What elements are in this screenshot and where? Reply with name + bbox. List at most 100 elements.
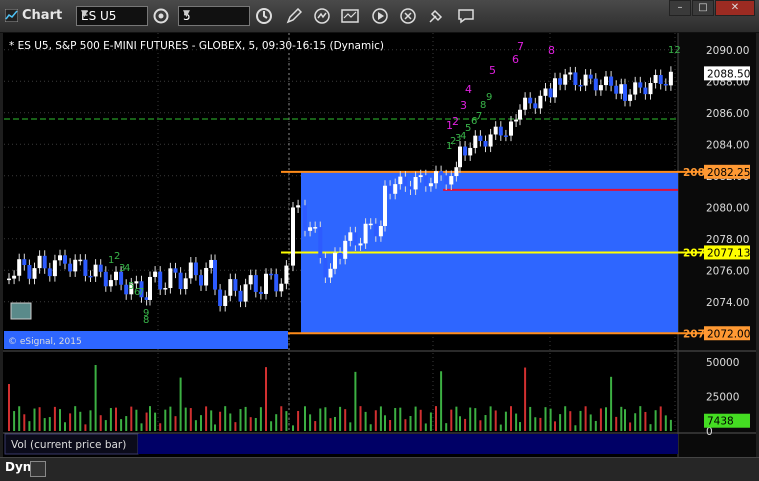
- dynamic-mode-label[interactable]: Dyn: [5, 460, 31, 474]
- candle-body: [533, 103, 538, 109]
- chart-app-icon: [5, 9, 18, 22]
- candle-body: [478, 135, 483, 141]
- candle-body: [619, 84, 624, 94]
- candle-body: [418, 175, 423, 178]
- volume-tick-label: 25000: [706, 391, 739, 403]
- refresh-icon[interactable]: [312, 6, 332, 26]
- candle-body: [353, 232, 358, 246]
- candle-body: [638, 82, 643, 88]
- price-tick-label: 2078.00: [706, 234, 749, 246]
- symbol-input[interactable]: ES U5 ▼: [76, 6, 148, 26]
- candle-body: [318, 227, 323, 258]
- candle-body: [188, 262, 193, 279]
- studies-icon[interactable]: [340, 6, 360, 26]
- clock-icon[interactable]: [254, 6, 274, 26]
- candle-body: [73, 259, 78, 272]
- candle-body: [12, 275, 17, 279]
- maximize-button[interactable]: □: [692, 0, 714, 16]
- count-label-magenta: 8: [548, 44, 555, 57]
- candle-body: [454, 167, 459, 177]
- candle-body: [52, 260, 57, 277]
- price-flag-label: 2072.00: [707, 328, 750, 340]
- candle-body: [498, 126, 503, 136]
- level-side-label: 207: [683, 328, 705, 340]
- volume-tick-label: 0: [706, 426, 713, 438]
- price-tick-label: 2084.00: [706, 139, 749, 151]
- link-icon[interactable]: [426, 6, 446, 26]
- candle-body: [518, 109, 522, 120]
- candle-body: [291, 207, 295, 266]
- candle-body: [63, 255, 67, 264]
- candle-body: [528, 97, 533, 104]
- candle-body: [449, 176, 454, 185]
- candle-body: [333, 252, 337, 269]
- candle-body: [323, 257, 328, 278]
- scale-lock-icon[interactable]: [30, 461, 46, 477]
- candle-body: [373, 223, 378, 237]
- price-chart[interactable]: 1 23456789123456789121 234567 8* ES U5, S&P…: [3, 33, 756, 457]
- candle-body: [623, 84, 627, 101]
- count-label-green: 2: [114, 251, 120, 262]
- candle-body: [583, 74, 588, 86]
- candle-body: [358, 243, 363, 246]
- count-label-magenta: 4: [465, 83, 472, 96]
- minimize-button[interactable]: –: [669, 0, 691, 16]
- candle-body: [173, 268, 178, 273]
- pencil-icon[interactable]: [284, 6, 304, 26]
- candle-body: [538, 95, 543, 109]
- candle-body: [543, 88, 548, 96]
- level-side-label: 208: [683, 167, 705, 179]
- count-label-green: 12: [668, 45, 681, 56]
- candle-body: [523, 97, 528, 110]
- candle-body: [434, 171, 438, 184]
- candle-body: [269, 273, 274, 276]
- status-footer: Dyn: [0, 457, 759, 481]
- candle-body: [553, 78, 557, 98]
- count-label-magenta: 7: [517, 40, 524, 53]
- candle-body: [158, 271, 163, 290]
- price-tick-label: 2074.00: [706, 297, 749, 309]
- candle-body: [633, 82, 638, 95]
- candle-body: [274, 274, 279, 292]
- candle-body: [134, 281, 139, 284]
- candle-body: [42, 255, 47, 269]
- candle-body: [428, 183, 433, 187]
- settings-icon[interactable]: [398, 6, 418, 26]
- candle-body: [423, 175, 428, 187]
- comment-icon[interactable]: [456, 6, 476, 26]
- candle-body: [68, 263, 73, 272]
- candle-body: [348, 232, 353, 241]
- candle-body: [303, 205, 307, 231]
- symbol-picker-icon[interactable]: [151, 6, 171, 26]
- candle-body: [568, 72, 573, 75]
- candle-body: [628, 94, 633, 101]
- price-tick-label: 2076.00: [706, 265, 749, 277]
- candle-body: [103, 271, 108, 287]
- candle-body: [643, 87, 648, 95]
- price-tick-label: 2090.00: [706, 45, 749, 57]
- interval-input[interactable]: 5 ▼: [178, 6, 250, 26]
- count-label-green: 7: [476, 111, 482, 122]
- level-side-label: 207: [683, 247, 705, 259]
- candle-body: [253, 275, 258, 292]
- candle-body: [378, 225, 383, 237]
- candle-body: [593, 78, 598, 91]
- count-label-magenta: 3: [460, 99, 467, 112]
- candle-body: [383, 185, 387, 226]
- candle-body: [503, 135, 508, 137]
- candle-body: [163, 288, 168, 290]
- play-icon[interactable]: [370, 6, 390, 26]
- candle-body: [37, 255, 42, 269]
- candle-body: [218, 289, 223, 306]
- candle-body: [178, 272, 183, 290]
- window-title: Chart: [22, 8, 63, 23]
- candle-body: [468, 147, 473, 156]
- close-button[interactable]: ✕: [715, 0, 755, 16]
- candle-body: [193, 262, 198, 276]
- candle-body: [663, 83, 668, 86]
- candle-body: [32, 268, 37, 279]
- candle-body: [408, 186, 413, 190]
- candle-body: [558, 78, 563, 85]
- candle-body: [548, 88, 553, 98]
- candle-body: [588, 74, 593, 79]
